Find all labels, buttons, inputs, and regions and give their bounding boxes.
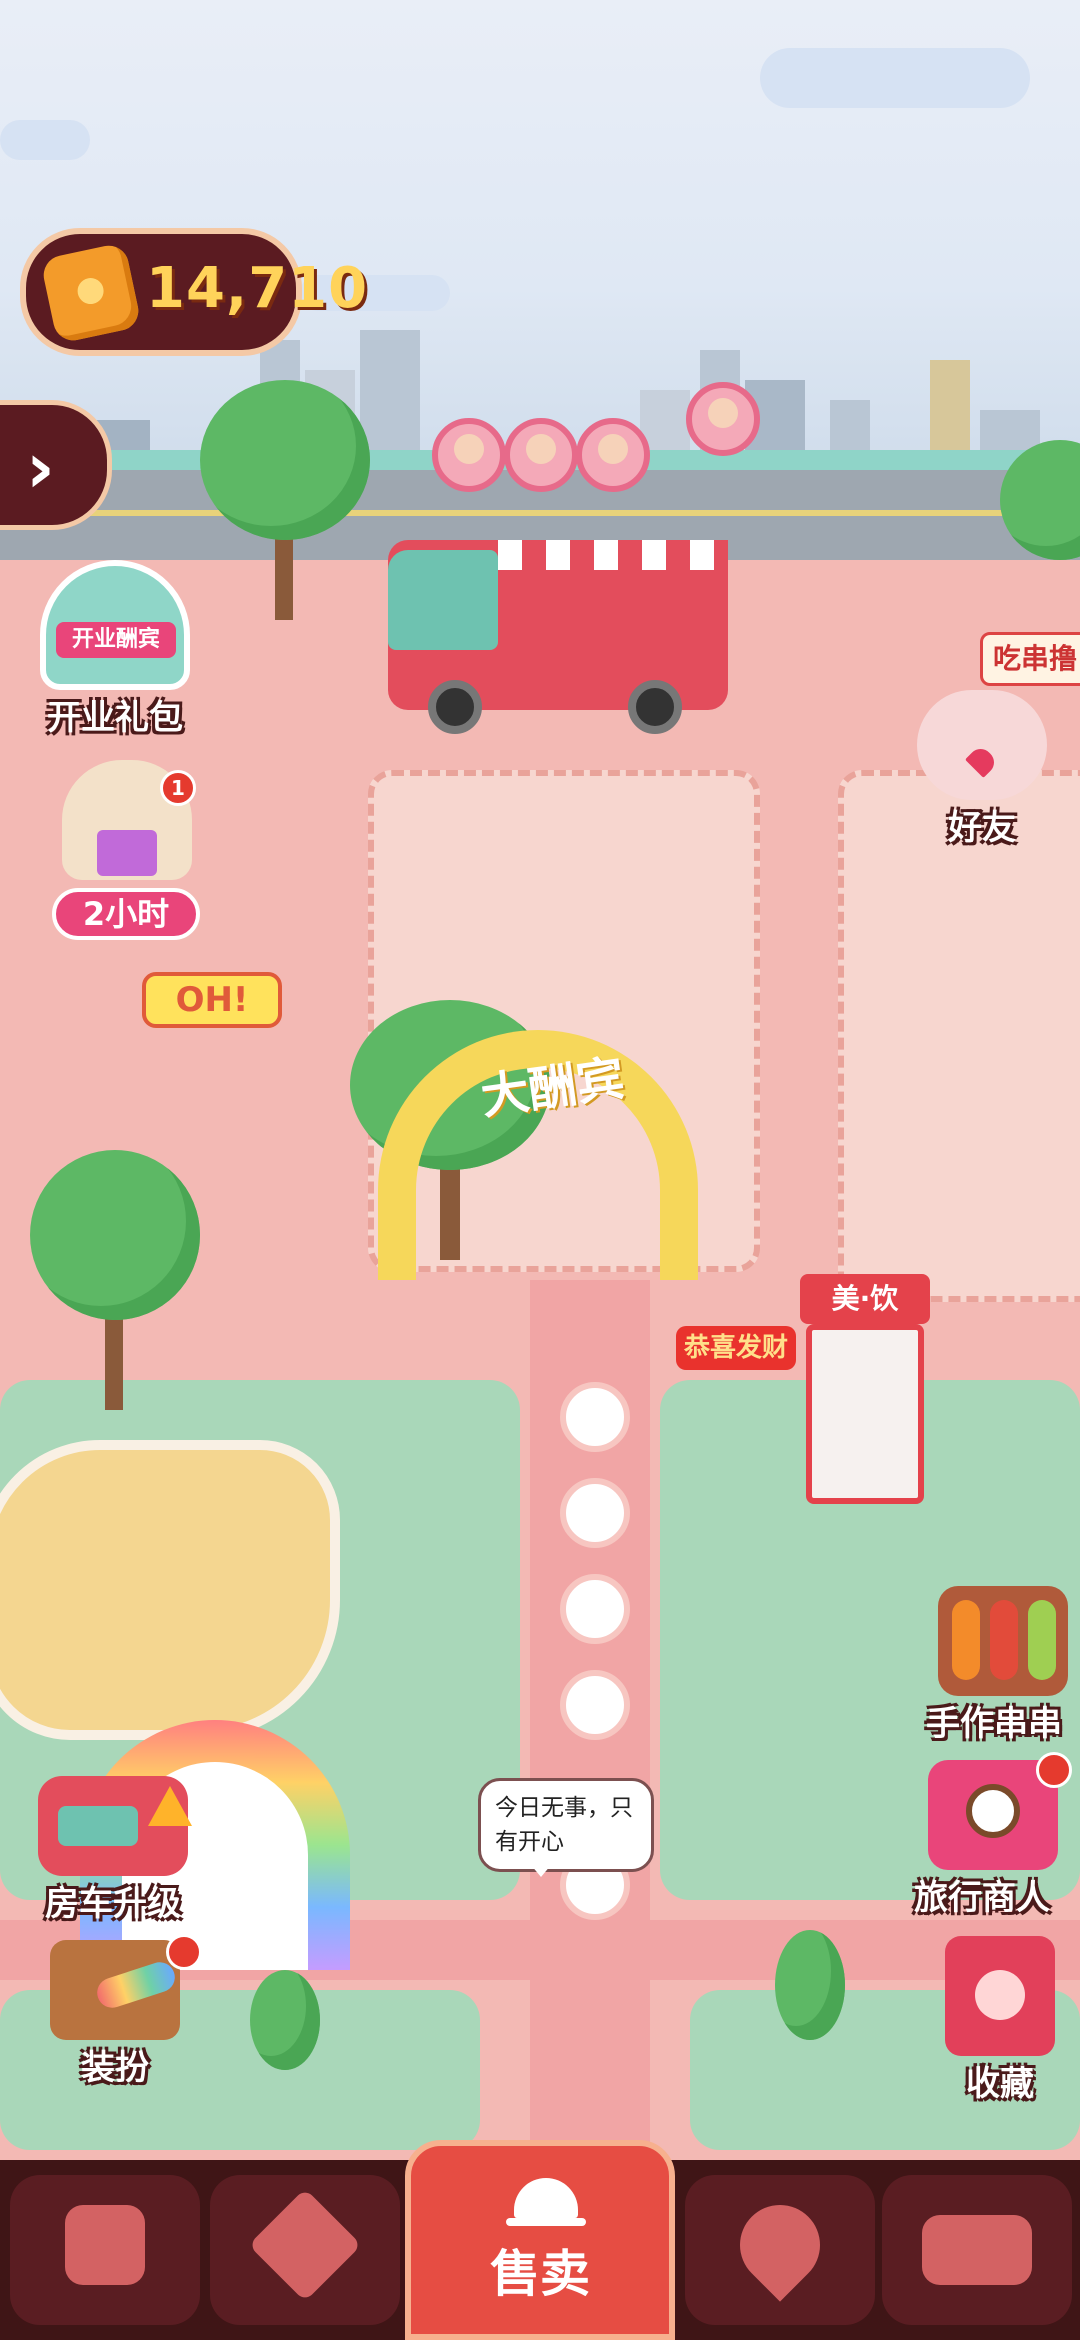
- tree: [1000, 440, 1080, 620]
- handshake-icon: [248, 2188, 362, 2302]
- notification-badge: 1: [160, 770, 196, 806]
- bus-icon: [922, 2215, 1032, 2285]
- stepping-tile: [560, 1382, 630, 1452]
- friends-button[interactable]: 好友: [912, 690, 1052, 849]
- map-pin-icon: [723, 2188, 837, 2302]
- cloud: [0, 120, 90, 160]
- rv-upgrade-icon: [38, 1776, 192, 1876]
- market-zone: [838, 770, 1080, 1302]
- coin-counter[interactable]: 14,710: [20, 228, 367, 356]
- paint-roller-bench-icon: [50, 1940, 180, 2040]
- friends-label: 好友: [948, 808, 1016, 848]
- sell-bell-icon: [506, 2178, 586, 2226]
- shopping-bag-icon: [65, 2205, 145, 2285]
- sell-label: 售卖: [490, 2245, 590, 2303]
- expand-side-menu-button[interactable]: ›: [0, 400, 112, 530]
- tab-map[interactable]: [685, 2175, 875, 2325]
- rv-upgrade-button[interactable]: 房车升级: [28, 1776, 198, 1925]
- stepping-tile: [560, 1670, 630, 1740]
- tab-handshake[interactable]: [210, 2175, 400, 2325]
- tree: [200, 380, 370, 630]
- vending-machine[interactable]: [806, 1324, 924, 1504]
- mascot-banner[interactable]: 恭喜发财: [676, 1326, 796, 1370]
- tab-bus[interactable]: [882, 2175, 1072, 2325]
- stepping-tile: [560, 1574, 630, 1644]
- skewers-icon: [938, 1586, 1068, 1696]
- opening-gift-button[interactable]: 开业酬宾 开业礼包: [30, 560, 200, 739]
- coin-icon: [39, 241, 143, 345]
- friends-icon: [917, 690, 1047, 800]
- collection-button[interactable]: 收藏: [930, 1936, 1070, 2105]
- sandbox[interactable]: [0, 1440, 340, 1740]
- notification-dot: [166, 1934, 202, 1970]
- cat-gift-button[interactable]: 1: [52, 760, 202, 880]
- stepping-tile: [560, 1478, 630, 1548]
- travel-merchant-label: 旅行商人: [914, 1878, 1050, 1918]
- sell-button[interactable]: 售卖: [405, 2140, 675, 2340]
- customer-avatar[interactable]: [504, 418, 578, 492]
- bar-shop-sign[interactable]: OH!: [142, 972, 282, 1028]
- collection-label: 收藏: [966, 2064, 1034, 2104]
- chevron-right-icon: ›: [26, 427, 55, 509]
- tree: [30, 1150, 200, 1410]
- wreath-gift-icon: 开业酬宾: [40, 560, 190, 690]
- tab-shop-bag[interactable]: [10, 2175, 200, 2325]
- road-line: [0, 510, 1080, 516]
- tree: [775, 1930, 845, 2060]
- collection-book-icon: [945, 1936, 1055, 2056]
- food-truck[interactable]: [388, 520, 748, 734]
- gift-timer: 2小时: [52, 888, 200, 940]
- speech-bubble: 今日无事，只有开心: [478, 1778, 654, 1877]
- rv-upgrade-label: 房车升级: [45, 1884, 181, 1924]
- handmade-skewers-button[interactable]: 手作串串: [926, 1586, 1080, 1745]
- dress-up-label: 装扮: [81, 2048, 149, 2088]
- snack-shop-sign[interactable]: 吃串撸: [980, 632, 1080, 686]
- customer-avatar[interactable]: [432, 418, 506, 492]
- opening-banner: 开业酬宾: [56, 622, 176, 658]
- notification-dot: [1036, 1752, 1072, 1788]
- dress-up-button[interactable]: 装扮: [40, 1934, 202, 2089]
- vending-sign: 美·饮: [800, 1274, 930, 1324]
- tree: [250, 1970, 320, 2090]
- handmade-skewers-label: 手作串串: [926, 1704, 1062, 1744]
- customer-avatar[interactable]: [686, 382, 760, 456]
- opening-gift-label: 开业礼包: [47, 698, 183, 738]
- travel-merchant-button[interactable]: 旅行商人: [914, 1752, 1072, 1919]
- cloud: [760, 48, 1030, 108]
- coin-value: 14,710: [146, 256, 369, 321]
- customer-avatar[interactable]: [576, 418, 650, 492]
